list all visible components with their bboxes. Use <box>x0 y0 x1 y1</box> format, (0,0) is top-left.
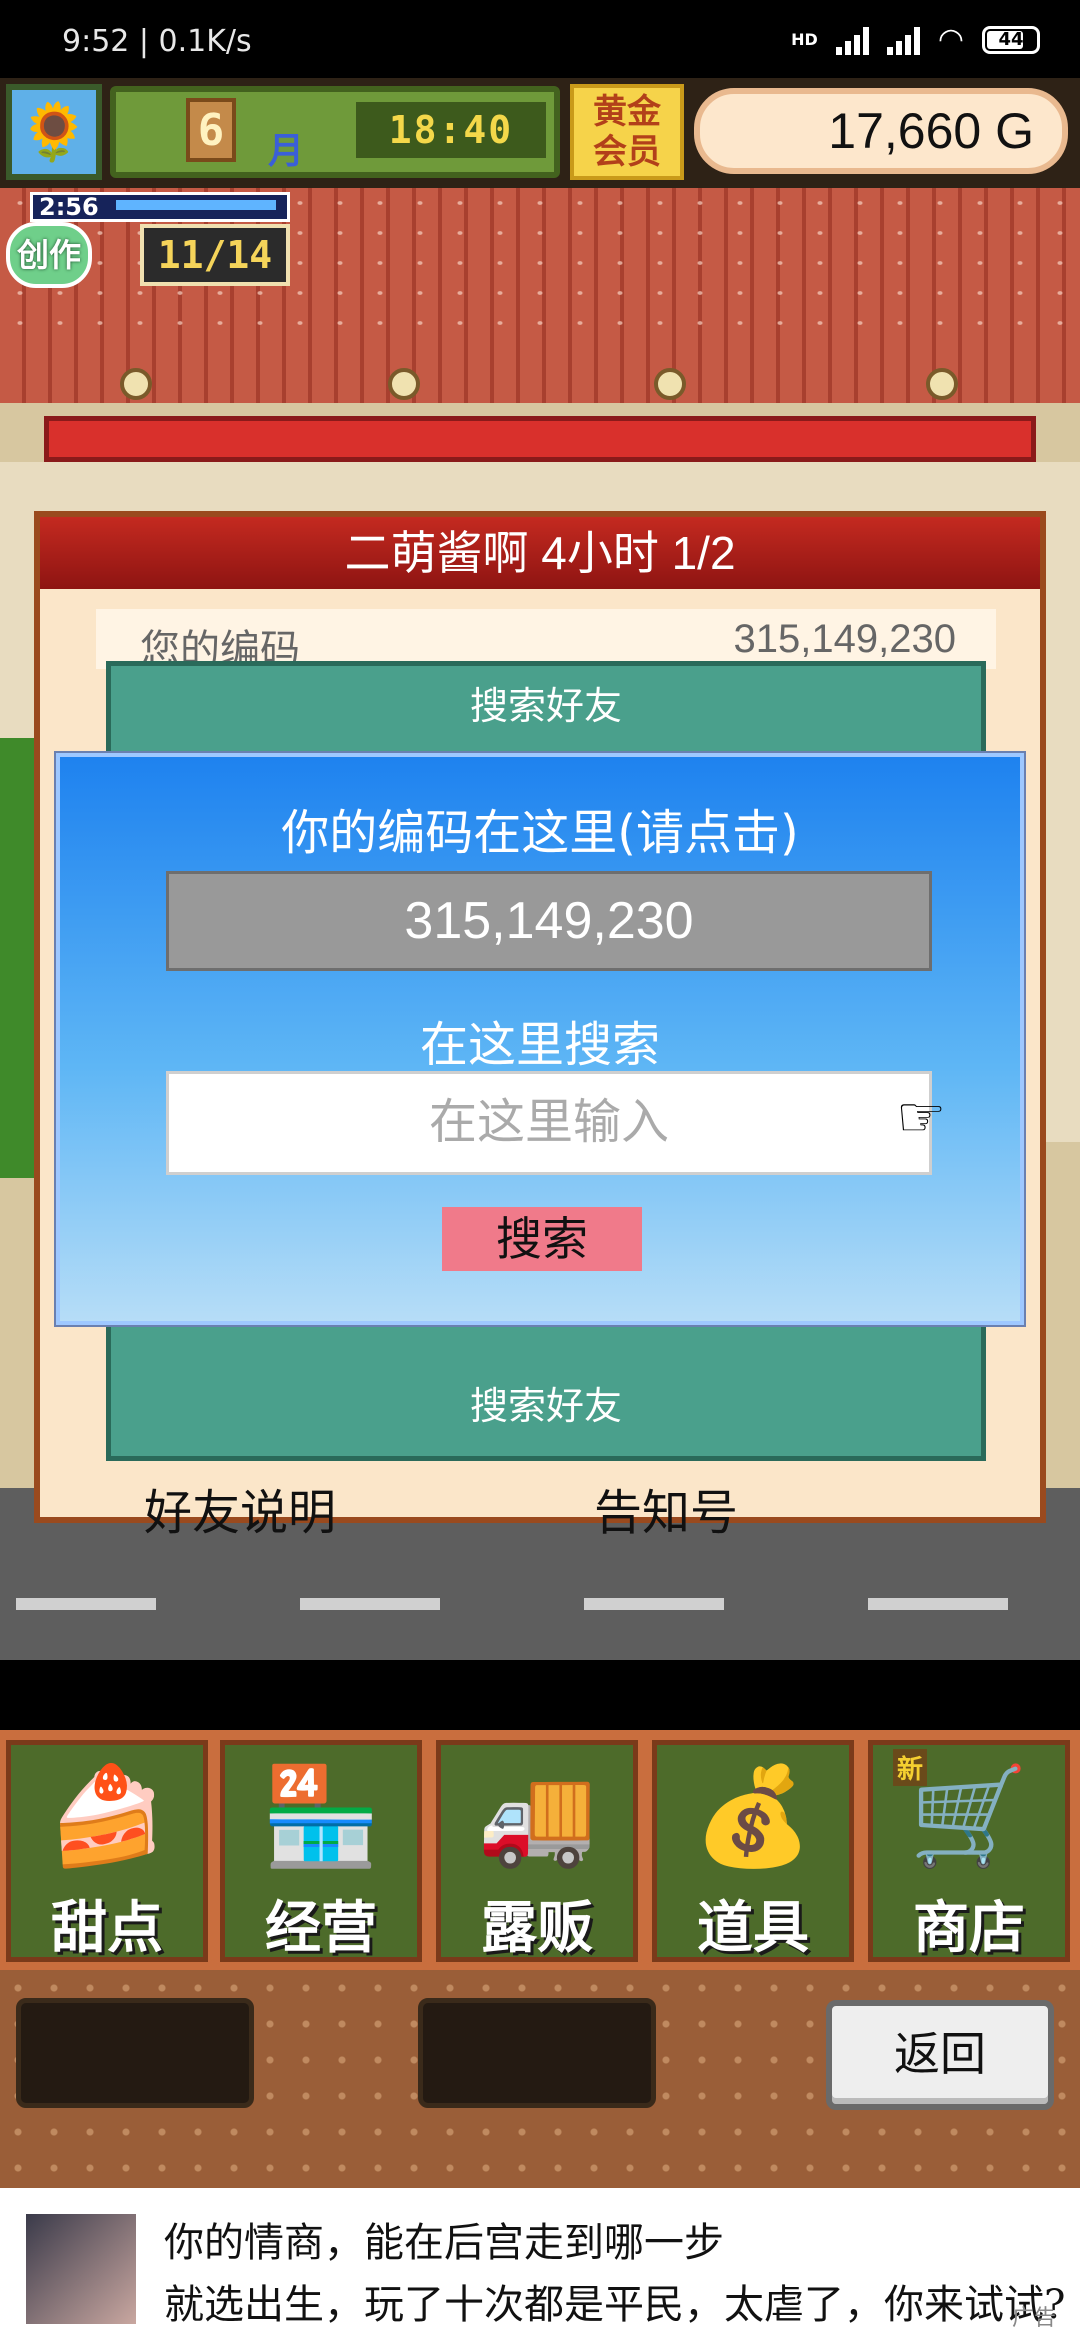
menu-item-manage[interactable]: 🏪 经营 <box>220 1740 422 1962</box>
bottom-bar: 返回 <box>0 1970 1080 2188</box>
lamp-icon <box>654 368 686 400</box>
menu-item-items[interactable]: 💰 道具 <box>652 1740 854 1962</box>
empty-slot <box>16 1998 254 2108</box>
wifi-icon: ◠ <box>937 22 964 57</box>
search-button[interactable]: 搜索 <box>442 1207 642 1271</box>
food-truck-icon: 🚚 <box>477 1759 597 1872</box>
money-display: 17,660 G <box>694 88 1068 174</box>
ad-banner[interactable]: 你的情商，能在后宫走到哪一步 就选出生，玩了十次都是平民，太虐了，你来试试? 广… <box>0 2188 1080 2340</box>
bottom-menu: 🍰 甜点 🏪 经营 🚚 露贩 💰 道具 🛒 新 商店 <box>0 1730 1080 1970</box>
ad-subline: 就选出生，玩了十次都是平民，太虐了，你来试试? <box>164 2282 1066 2328</box>
friend-help-button[interactable]: 好友说明 <box>144 1473 336 1543</box>
month-label: 月 <box>268 131 305 172</box>
lamp-icon <box>926 368 958 400</box>
ad-headline: 你的情商，能在后宫走到哪一步 <box>164 2220 724 2266</box>
panel-footer: 好友说明 告知号 <box>40 1473 1040 1541</box>
menu-label: 道具 <box>697 1896 809 1961</box>
hd-label: HD <box>791 30 818 49</box>
search-dialog: 你的编码在这里(请点击) 315,149,230 在这里搜索 在这里输入 ☜ 搜… <box>54 751 1026 1327</box>
back-button[interactable]: 返回 <box>826 2000 1054 2110</box>
game-clock: 18:40 <box>356 102 546 158</box>
menu-label: 露贩 <box>481 1896 593 1961</box>
menu-item-stall[interactable]: 🚚 露贩 <box>436 1740 638 1962</box>
menu-item-store[interactable]: 🛒 新 商店 <box>868 1740 1070 1962</box>
road-line <box>300 1598 440 1610</box>
search-label: 在这里搜索 <box>419 1017 660 1073</box>
search-friend-button[interactable]: 搜索好友 <box>111 1376 981 1436</box>
date-bar: 6 月 18:40 <box>110 86 560 178</box>
status-icons: HD ◠ 44 <box>791 22 1040 57</box>
gold-member-badge[interactable]: 黄金 会员 <box>570 84 684 180</box>
ad-tag: 广告 <box>1012 2306 1057 2331</box>
ad-image <box>26 2214 136 2324</box>
status-bar: 9:52 | 0.1K/s HD ◠ 44 <box>0 0 1080 78</box>
search-friend-header: 搜索好友 <box>469 684 622 726</box>
menu-spacer <box>0 1660 1080 1730</box>
dialog-title: 你的编码在这里(请点击) <box>281 805 799 861</box>
menu-label: 经营 <box>265 1896 377 1961</box>
shop-awning <box>44 416 1036 462</box>
code-value: 315,149,230 <box>733 617 956 661</box>
month-number: 6 <box>186 98 236 162</box>
road-line <box>16 1598 156 1610</box>
shop-icon: 🏪 <box>261 1759 381 1872</box>
road-line <box>868 1598 1008 1610</box>
code-row: 您的编码 315,149,230 <box>96 609 996 673</box>
tree <box>0 738 38 1178</box>
menu-label: 商店 <box>913 1896 1025 1961</box>
game-hud: 🌻 6 月 18:40 黄金 会员 17,660 G <box>0 78 1080 188</box>
sunflower-icon[interactable]: 🌻 <box>6 84 102 180</box>
my-code-field[interactable]: 315,149,230 <box>166 871 932 971</box>
menu-item-dessert[interactable]: 🍰 甜点 <box>6 1740 208 1962</box>
empty-slot <box>418 1998 656 2108</box>
lamp-icon <box>120 368 152 400</box>
road-line <box>584 1598 724 1610</box>
creation-badge[interactable]: 2:56 创作 11/14 <box>6 192 296 296</box>
signal-icon <box>835 25 869 55</box>
battery-icon: 44 <box>982 25 1040 54</box>
item-bag-icon: 💰 <box>693 1759 813 1872</box>
lamp-icon <box>388 368 420 400</box>
panel-title: 二萌酱啊 4小时 1/2 <box>40 517 1040 589</box>
signal-icon-2 <box>886 25 920 55</box>
notice-button[interactable]: 告知号 <box>594 1473 738 1543</box>
search-input[interactable]: 在这里输入 <box>166 1071 932 1175</box>
cake-icon: 🍰 <box>47 1759 167 1872</box>
pointing-hand-icon: ☜ <box>896 1085 947 1150</box>
creation-progress <box>116 200 276 210</box>
menu-label: 甜点 <box>51 1896 163 1961</box>
creation-count: 11/14 <box>140 224 290 286</box>
status-time: 9:52 | 0.1K/s <box>62 24 252 59</box>
new-badge: 新 <box>893 1749 928 1786</box>
creation-label: 创作 <box>6 222 92 288</box>
